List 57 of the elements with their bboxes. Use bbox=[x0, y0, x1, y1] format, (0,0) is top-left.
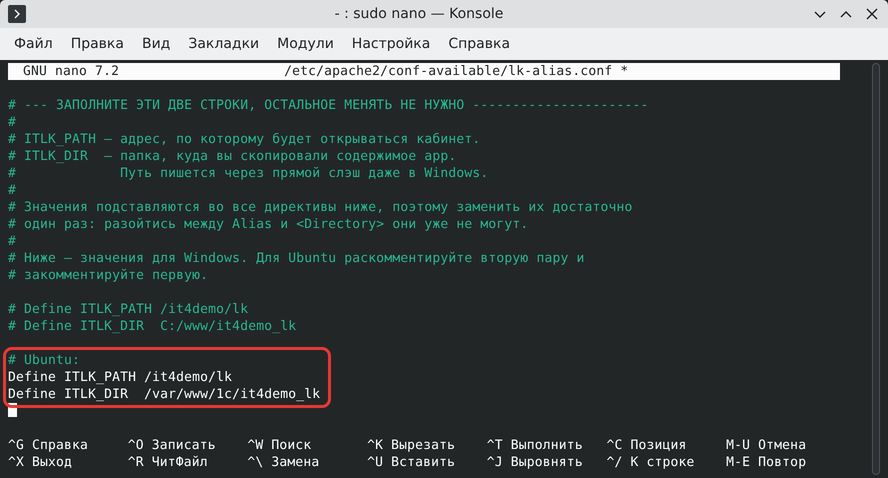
menu-item[interactable]: Закладки bbox=[179, 36, 268, 52]
comment-line: # один раз: разойтись между Alias и <Directory> они уже не могут. bbox=[8, 216, 530, 233]
nano-version: GNU nano 7.2 bbox=[23, 63, 120, 80]
shortcut-label: К строке bbox=[630, 454, 695, 471]
comment-line: # Define ITLK_DIR C:/www/it4demo_lk bbox=[8, 318, 298, 335]
shortcut-key: ^K bbox=[367, 437, 384, 454]
shortcut-label: Справка bbox=[32, 437, 88, 454]
shortcut-key: ^W bbox=[247, 437, 264, 454]
comment-line: # закомментируйте первую. bbox=[8, 267, 210, 284]
menu-item[interactable]: Вид bbox=[132, 36, 180, 52]
comment-line: # bbox=[8, 114, 18, 131]
shortcut-label: Выполнить bbox=[510, 437, 583, 454]
shortcut-key: ^T bbox=[486, 437, 503, 454]
comment-line: # Ниже — значения для Windows. Для Ubuntu раскомментируйте вторую пару и bbox=[8, 250, 586, 267]
code-line: Define ITLK_PATH /it4demo/lk bbox=[8, 369, 234, 386]
shortcut-key: ^C bbox=[606, 437, 622, 454]
menu-item[interactable]: Файл bbox=[5, 36, 62, 52]
comment-line: # Путь пишется через прямой слэш даже в Windows. bbox=[8, 165, 490, 182]
shortcut-key: ^O bbox=[128, 437, 144, 454]
shortcut-label: Позиция bbox=[630, 437, 686, 454]
comment-line: # Значения подставляются во все директивы ниже, поэтому заменить их достаточно bbox=[8, 199, 634, 216]
shortcut-label: Выход bbox=[32, 454, 72, 471]
shortcut-label: ЧитФайл bbox=[152, 454, 208, 471]
shortcut-label: Поиск bbox=[271, 437, 312, 454]
comment-line: # --- ЗАПОЛНИТЕ ЭТИ ДВЕ СТРОКИ, ОСТАЛЬНОЕ МЕНЯТЬ НЕ НУЖНО ---------------------- bbox=[8, 97, 650, 114]
window-title: - : sudo nano — Konsole bbox=[334, 6, 504, 22]
file-path: /etc/apache2/conf-available/lk-alias.conf * bbox=[284, 63, 628, 80]
shortcut-key: ^/ bbox=[606, 454, 622, 471]
comment-line: # ITLK_DIR — папка, куда вы скопировали содержимое app. bbox=[8, 148, 458, 165]
scrollbar[interactable] bbox=[872, 63, 880, 475]
code-line: Define ITLK_DIR /var/www/1c/it4demo_lk bbox=[8, 386, 320, 403]
comment-line: # Define ITLK_PATH /it4demo/lk bbox=[8, 301, 250, 318]
shortcut-label: Повтор bbox=[758, 454, 806, 471]
shortcut-key: ^G bbox=[8, 437, 24, 454]
shortcut-key: ^R bbox=[128, 454, 144, 471]
menu-item[interactable]: Правка bbox=[62, 36, 133, 52]
shortcut-key: M-E bbox=[726, 454, 750, 471]
comment-line: # bbox=[8, 182, 18, 199]
terminal-app-icon bbox=[8, 5, 26, 23]
menu-item[interactable]: Настройка bbox=[342, 36, 440, 52]
shortcut-label: Записать bbox=[152, 437, 216, 454]
shortcut-key: ^U bbox=[367, 454, 384, 471]
shortcut-label: Вставить bbox=[391, 454, 456, 471]
shortcut-label: Выровнять bbox=[510, 454, 583, 471]
menu-item[interactable]: Модули bbox=[268, 36, 343, 52]
shortcut-key: ^X bbox=[8, 454, 24, 471]
comment-line: # ITLK_PATH — адрес, по которому будет открываться кабинет. bbox=[8, 131, 482, 148]
comment-line: # bbox=[8, 233, 18, 250]
close-icon[interactable] bbox=[864, 6, 880, 22]
shortcut-key: ^J bbox=[486, 454, 503, 471]
shortcut-label: Вырезать bbox=[391, 437, 456, 454]
shortcut-label: Отмена bbox=[758, 437, 806, 454]
shortcut-key: M-U bbox=[726, 437, 750, 454]
menu-item[interactable]: Справка bbox=[439, 36, 520, 52]
shortcut-key: ^\ bbox=[247, 454, 264, 471]
comment-line: # Ubuntu: bbox=[8, 352, 82, 369]
shortcut-label: Замена bbox=[271, 454, 320, 471]
